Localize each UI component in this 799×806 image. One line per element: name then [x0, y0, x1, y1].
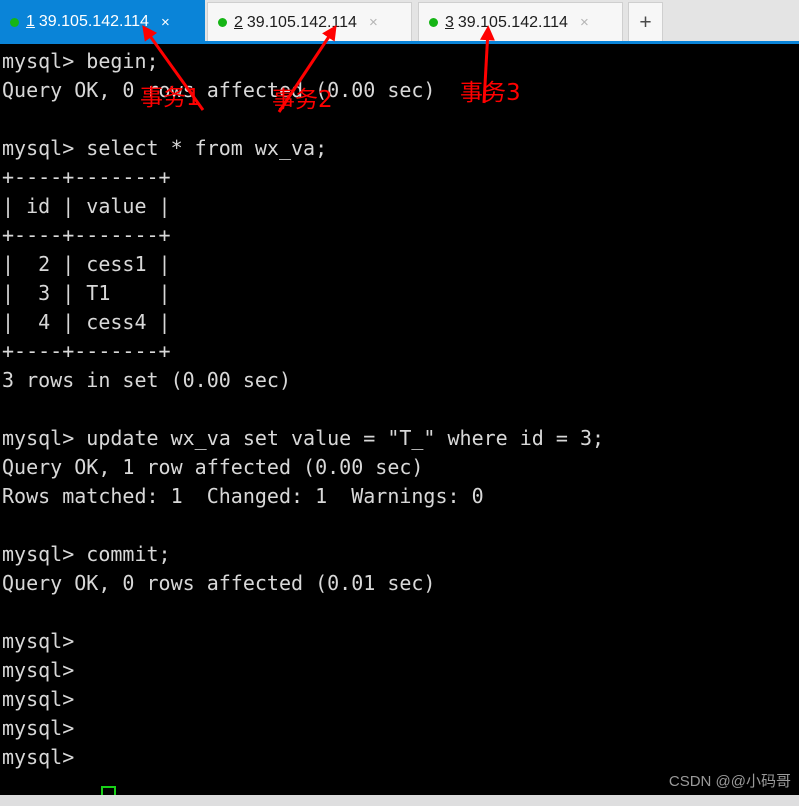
terminal-line: Rows matched: 1 Changed: 1 Warnings: 0	[2, 484, 484, 508]
block-cursor	[101, 786, 116, 795]
terminal-line: mysql>	[2, 745, 87, 769]
terminal-line: | 2 | cess1 |	[2, 252, 171, 276]
terminal-line: +----+-------+	[2, 223, 171, 247]
tab-host-label: 39.105.142.114	[246, 13, 357, 31]
tab-2[interactable]: 2 39.105.142.114 ×	[207, 2, 412, 42]
terminal-line: 3 rows in set (0.00 sec)	[2, 368, 291, 392]
terminal-line: mysql>	[2, 687, 75, 711]
tab-bar: 1 39.105.142.114 × 2 39.105.142.114 × 3 …	[0, 0, 799, 44]
terminal-line: | 4 | cess4 |	[2, 310, 171, 334]
terminal-line: Query OK, 1 row affected (0.00 sec)	[2, 455, 424, 479]
terminal-line: mysql> select * from wx_va;	[2, 136, 328, 160]
green-dot-icon	[10, 17, 19, 27]
tab-index-label: 1	[26, 13, 35, 30]
tab-3[interactable]: 3 39.105.142.114 ×	[418, 2, 623, 42]
terminal-line: | id | value |	[2, 194, 171, 218]
terminal-line: Query OK, 0 rows affected (0.01 sec)	[2, 571, 436, 595]
terminal-line: Query OK, 0 rows affected (0.00 sec)	[2, 78, 436, 102]
tab-host-label: 39.105.142.114	[38, 13, 149, 30]
terminal-line: mysql>	[2, 629, 75, 653]
tab-index-label: 2	[234, 13, 243, 31]
tab-1[interactable]: 1 39.105.142.114 ×	[0, 0, 205, 44]
terminal-line: +----+-------+	[2, 165, 171, 189]
terminal-line: mysql>	[2, 658, 75, 682]
app-window: 1 39.105.142.114 × 2 39.105.142.114 × 3 …	[0, 0, 799, 806]
terminal-line: mysql>	[2, 716, 75, 740]
terminal-line: | 3 | T1 |	[2, 281, 171, 305]
close-icon[interactable]: ×	[369, 15, 378, 30]
terminal-output: mysql> begin; Query OK, 0 rows affected (…	[2, 47, 604, 772]
watermark-label: CSDN @@小码哥	[668, 773, 791, 790]
tab-host-label: 39.105.142.114	[457, 13, 568, 31]
terminal-line: mysql> commit;	[2, 542, 171, 566]
terminal-pane[interactable]: mysql> begin; Query OK, 0 rows affected (…	[0, 44, 799, 795]
tab-index-label: 3	[445, 13, 454, 31]
terminal-line: mysql> update wx_va set value = "T_" whe…	[2, 426, 605, 450]
terminal-line: mysql> begin;	[2, 49, 159, 73]
close-icon[interactable]: ×	[161, 15, 170, 30]
bottom-strip	[0, 795, 799, 806]
green-dot-icon	[218, 18, 227, 27]
close-icon[interactable]: ×	[580, 15, 589, 30]
new-tab-button[interactable]: +	[628, 2, 663, 42]
terminal-line: +----+-------+	[2, 339, 171, 363]
green-dot-icon	[429, 18, 438, 27]
